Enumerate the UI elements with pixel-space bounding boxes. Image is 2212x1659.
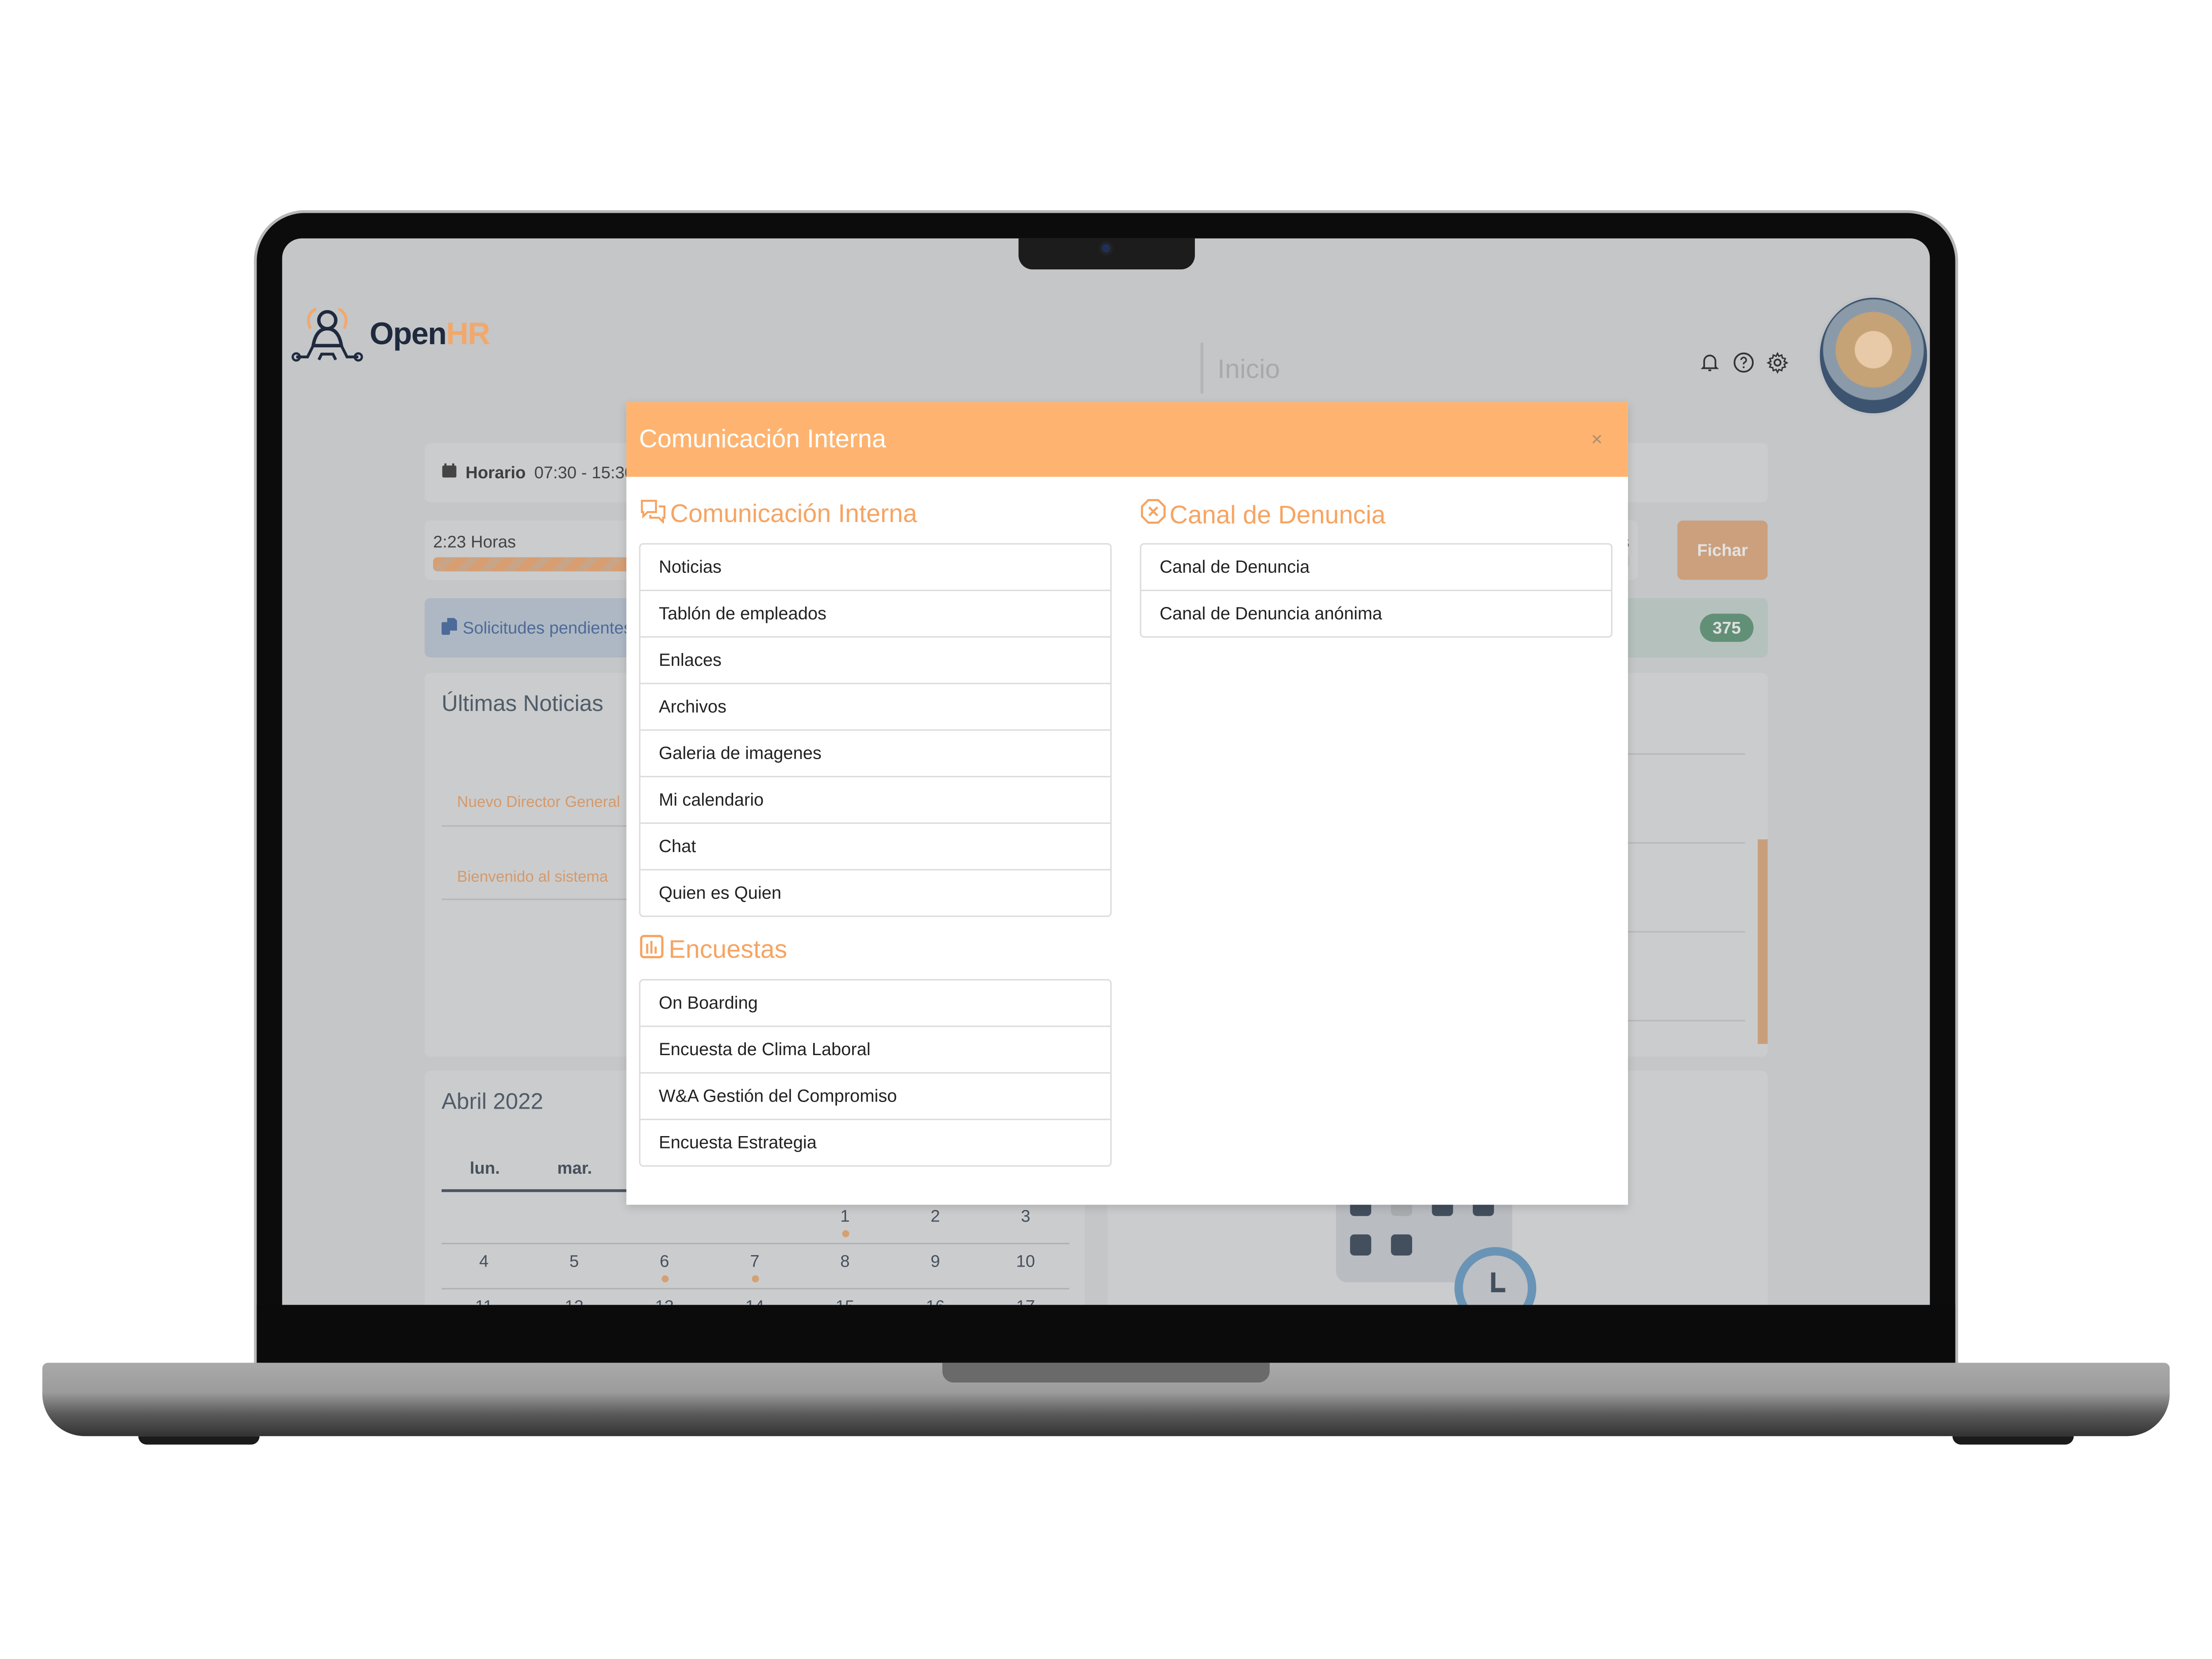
page-title: Inicio <box>1200 342 1280 394</box>
list-item[interactable]: Enlaces <box>640 637 1110 684</box>
calendar-day[interactable]: 8 <box>817 1251 873 1271</box>
laptop-base <box>42 1363 2170 1436</box>
event-dot <box>842 1230 849 1237</box>
calendar-icon <box>442 463 457 483</box>
calendar-day[interactable]: 9 <box>907 1251 964 1271</box>
calendar-day[interactable]: 16 <box>907 1297 964 1305</box>
event-dot <box>752 1275 759 1283</box>
calendar-day[interactable]: 4 <box>456 1251 512 1271</box>
section-title-text: Comunicación Interna <box>670 499 918 528</box>
x-octagon-icon <box>1140 498 1167 532</box>
section-canal-denuncia-title: Canal de Denuncia <box>1140 498 1386 532</box>
camera-notch <box>1018 238 1195 270</box>
weekday-header: mar. <box>557 1158 592 1178</box>
scrollbar-thumb[interactable] <box>1758 839 1768 1044</box>
calendar-day[interactable]: 2 <box>907 1206 964 1226</box>
list-item[interactable]: Canal de Denuncia <box>1141 545 1611 591</box>
bell-icon[interactable] <box>1698 351 1721 380</box>
list-item[interactable]: Chat <box>640 824 1110 871</box>
divider <box>1615 753 1745 755</box>
divider <box>1615 1020 1745 1022</box>
list-item[interactable]: Encuesta Estrategia <box>641 1120 1110 1165</box>
list-item[interactable]: Canal de Denuncia anónima <box>1141 591 1611 636</box>
calendar-day[interactable]: 11 <box>456 1297 512 1305</box>
logo[interactable]: OpenHR <box>291 303 490 365</box>
laptop-foot <box>1952 1436 2074 1445</box>
laptop-foot <box>138 1436 260 1445</box>
help-icon[interactable] <box>1732 351 1755 380</box>
close-button[interactable]: × <box>1591 427 1602 450</box>
weekday-header: lun. <box>469 1158 500 1178</box>
fichar-button[interactable]: Fichar <box>1677 520 1768 580</box>
horario-value: 07:30 - 15:30 <box>534 462 634 483</box>
solicitudes-count-badge: 375 <box>1700 614 1754 642</box>
modal-header: Comunicación Interna × <box>626 402 1628 477</box>
top-icons <box>1698 351 1789 380</box>
comunicacion-interna-modal: Comunicación Interna × Comunicación Inte… <box>626 402 1628 1205</box>
calendar-day[interactable]: 15 <box>817 1297 873 1305</box>
user-avatar[interactable] <box>1817 295 1930 416</box>
list-item[interactable]: Quien es Quien <box>641 870 1110 915</box>
calendar-day[interactable]: 14 <box>726 1297 783 1305</box>
calendar-month: Abril 2022 <box>442 1090 543 1115</box>
list-item[interactable]: On Boarding <box>640 980 1110 1027</box>
calendar-day[interactable]: 13 <box>636 1297 693 1305</box>
news-item[interactable]: Bienvenido al sistema <box>457 869 608 886</box>
list-item[interactable]: Archivos <box>640 684 1110 731</box>
divider <box>442 1243 1070 1244</box>
brand-suffix: HR <box>446 316 490 352</box>
calendar-day[interactable]: 1 <box>817 1206 873 1226</box>
list-item[interactable]: Noticias <box>640 545 1110 591</box>
list-item[interactable]: W&A Gestión del Compromiso <box>640 1074 1110 1120</box>
comunicacion-interna-list: Noticias Tablón de empleados Enlaces Archiv… <box>639 543 1112 917</box>
openhr-logo-icon <box>291 303 364 365</box>
canal-denuncia-list: Canal de Denuncia Canal de Denuncia anóni… <box>1140 543 1613 638</box>
calendar-day[interactable]: 12 <box>546 1297 603 1305</box>
news-title: Últimas Noticias <box>442 692 603 717</box>
section-title-text: Encuestas <box>668 935 787 964</box>
divider <box>1615 842 1745 844</box>
list-item[interactable]: Galeria de imagenes <box>640 731 1110 778</box>
news-item[interactable]: Nuevo Director General <box>457 794 620 811</box>
base-notch <box>942 1363 1270 1383</box>
calendar-day[interactable]: 3 <box>997 1206 1054 1226</box>
divider <box>1615 931 1745 933</box>
encuestas-list: On Boarding Encuesta de Clima Laboral W&A … <box>639 979 1112 1167</box>
bar-chart-icon <box>639 934 666 966</box>
divider <box>442 1288 1070 1290</box>
calendar-day[interactable]: 7 <box>726 1251 783 1271</box>
brand-name: OpenHR <box>369 316 490 353</box>
list-item[interactable]: Encuesta de Clima Laboral <box>640 1027 1110 1074</box>
section-comunicacion-interna-title: Comunicación Interna <box>639 498 918 530</box>
list-item[interactable]: Tablón de empleados <box>640 591 1110 638</box>
laptop-mockup: OpenHR Inicio Horario 07:30 - 15:30 2:23… <box>0 0 2212 1659</box>
calendar-day[interactable]: 5 <box>546 1251 603 1271</box>
documents-icon <box>442 617 457 638</box>
screen: OpenHR Inicio Horario 07:30 - 15:30 2:23… <box>282 238 1930 1305</box>
list-item[interactable]: Mi calendario <box>640 777 1110 824</box>
section-encuestas-title: Encuestas <box>639 934 787 966</box>
calendar-day[interactable]: 17 <box>997 1297 1054 1305</box>
calendar-square <box>1350 1234 1371 1256</box>
calendar-day[interactable]: 6 <box>636 1251 693 1271</box>
gear-icon[interactable] <box>1766 351 1789 380</box>
section-title-text: Canal de Denuncia <box>1169 500 1386 529</box>
modal-title: Comunicación Interna <box>639 424 886 453</box>
right-panel <box>1615 673 1768 1057</box>
horario-label: Horario <box>465 462 526 483</box>
solicitudes-label: Solicitudes pendientes <box>462 618 632 638</box>
chat-bubbles-icon <box>639 498 668 530</box>
calendar-day[interactable]: 10 <box>997 1251 1054 1271</box>
camera-icon <box>1102 244 1110 253</box>
brand-prefix: Open <box>369 316 447 352</box>
laptop-bezel-bottom <box>257 1305 1955 1367</box>
event-dot <box>661 1275 669 1283</box>
calendar-square <box>1391 1234 1412 1256</box>
